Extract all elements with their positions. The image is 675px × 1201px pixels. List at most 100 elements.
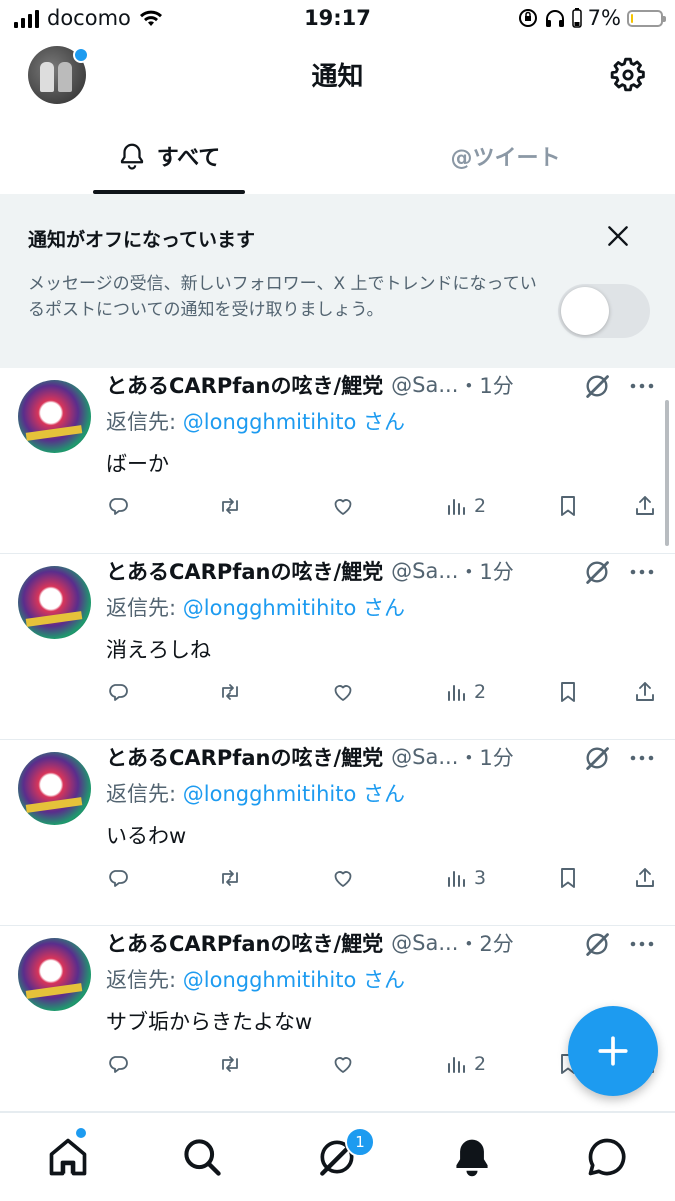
reply-button[interactable] — [106, 492, 130, 520]
views-button[interactable]: 2 — [444, 1050, 486, 1078]
battery-level — [631, 13, 634, 23]
heart-icon — [334, 1057, 352, 1073]
post-time: ・2分 — [458, 932, 514, 956]
reply-button[interactable] — [106, 1050, 130, 1078]
compose-button[interactable] — [568, 1006, 658, 1096]
close-icon[interactable] — [605, 223, 631, 249]
notifications-off-banner: 通知がオフになっています メッセージの受信、新しいフォロワー、X 上でトレンドに… — [0, 195, 675, 368]
search-icon[interactable] — [180, 1135, 224, 1179]
notification-feed: とあるCARPfanの呟き/鯉党 @Sa... ・1分 返信先: @longgh… — [0, 368, 675, 1112]
message-icon[interactable] — [585, 1135, 629, 1179]
reply-button[interactable] — [106, 864, 130, 892]
like-button[interactable] — [331, 1050, 355, 1078]
grok-badge: 1 — [345, 1127, 375, 1157]
notification-post[interactable]: とあるCARPfanの呟き/鯉党 @Sa... ・1分 返信先: @longgh… — [0, 368, 675, 554]
author-handle: @Sa... — [391, 745, 459, 769]
author-handle: @Sa... — [391, 931, 459, 955]
reply-prefix: 返信先: — [106, 410, 183, 434]
like-button[interactable] — [331, 678, 355, 706]
author-name[interactable]: とあるCARPfanの呟き/鯉党 — [106, 742, 383, 772]
post-actions: 3 — [106, 864, 661, 892]
bell-outline-icon — [120, 143, 143, 170]
device-battery-icon — [571, 8, 582, 28]
view-count: 3 — [474, 867, 487, 889]
notification-post[interactable]: とあるCARPfanの呟き/鯉党 @Sa... ・1分 返信先: @longgh… — [0, 554, 675, 740]
scrollbar[interactable] — [665, 400, 669, 546]
post-avatar[interactable] — [18, 566, 91, 639]
post-avatar[interactable] — [18, 938, 91, 1011]
reply-context: 返信先: @longghmitihito さん — [106, 778, 405, 808]
heart-icon — [334, 499, 352, 515]
share-button[interactable] — [633, 678, 657, 706]
repost-button[interactable] — [218, 864, 242, 892]
repost-button[interactable] — [218, 492, 242, 520]
notification-post[interactable]: とあるCARPfanの呟き/鯉党 @Sa... ・2分 返信先: @longgh… — [0, 926, 675, 1112]
grok-icon[interactable] — [583, 372, 611, 400]
gear-icon[interactable] — [609, 56, 647, 94]
views-button[interactable]: 3 — [444, 864, 486, 892]
repost-icon — [222, 498, 238, 514]
like-button[interactable] — [331, 492, 355, 520]
like-button[interactable] — [331, 864, 355, 892]
share-button[interactable] — [633, 492, 657, 520]
author-name[interactable]: とあるCARPfanの呟き/鯉党 — [106, 556, 383, 586]
analytics-icon — [448, 499, 465, 515]
views-button[interactable]: 2 — [444, 492, 486, 520]
post-text: 消えろしね — [106, 638, 211, 662]
notifications-toggle[interactable] — [558, 284, 650, 338]
bookmark-button[interactable] — [556, 492, 580, 520]
reply-icon — [109, 684, 128, 701]
share-icon — [636, 496, 654, 515]
author-name[interactable]: とあるCARPfanの呟き/鯉党 — [106, 928, 383, 958]
more-icon[interactable] — [627, 930, 657, 958]
grok-icon[interactable] — [583, 744, 611, 772]
repost-button[interactable] — [218, 678, 242, 706]
reply-to-link[interactable]: @longghmitihito さん — [183, 596, 405, 620]
bookmark-icon — [561, 682, 575, 702]
header: 通知 — [0, 38, 675, 118]
share-icon — [636, 868, 654, 887]
analytics-icon — [448, 1057, 465, 1073]
reply-to-link[interactable]: @longghmitihito さん — [183, 782, 405, 806]
post-actions: 2 — [106, 678, 661, 706]
bell-icon[interactable] — [450, 1135, 494, 1179]
tab-all-label: すべて — [156, 146, 221, 171]
analytics-icon — [448, 871, 465, 887]
bookmark-button[interactable] — [556, 678, 580, 706]
home-icon[interactable] — [46, 1135, 90, 1179]
toggle-knob — [561, 287, 609, 335]
grok-icon[interactable] — [583, 558, 611, 586]
more-icon[interactable] — [627, 372, 657, 400]
grok-icon[interactable] — [583, 930, 611, 958]
more-icon[interactable] — [627, 744, 657, 772]
heart-icon — [334, 685, 352, 701]
reply-prefix: 返信先: — [106, 782, 183, 806]
reply-to-link[interactable]: @longghmitihito さん — [183, 410, 405, 434]
repost-icon — [222, 1056, 238, 1072]
view-count: 2 — [474, 681, 487, 703]
repost-button[interactable] — [218, 1050, 242, 1078]
share-button[interactable] — [633, 864, 657, 892]
views-button[interactable]: 2 — [444, 678, 486, 706]
reply-context: 返信先: @longghmitihito さん — [106, 592, 405, 622]
notification-tabs: すべて @ツイート — [0, 118, 675, 195]
reply-icon — [109, 1056, 128, 1073]
post-text: サブ垢からきたよなw — [106, 1010, 313, 1034]
notification-post[interactable]: とあるCARPfanの呟き/鯉党 @Sa... ・1分 返信先: @longgh… — [0, 740, 675, 926]
active-tab-indicator — [93, 190, 245, 194]
reply-button[interactable] — [106, 678, 130, 706]
post-avatar[interactable] — [18, 380, 91, 453]
heart-icon — [334, 871, 352, 887]
reply-to-link[interactable]: @longghmitihito さん — [183, 968, 405, 992]
tab-all[interactable]: すべて — [0, 118, 337, 194]
status-bar: docomo 19:17 7% — [0, 0, 675, 38]
reply-icon — [109, 870, 128, 887]
tab-mentions[interactable]: @ツイート — [337, 118, 674, 194]
banner-title: 通知がオフになっています — [28, 229, 256, 251]
post-avatar[interactable] — [18, 752, 91, 825]
more-icon[interactable] — [627, 558, 657, 586]
tab-mentions-label: @ツイート — [450, 146, 561, 171]
bookmark-button[interactable] — [556, 864, 580, 892]
post-text: ばーか — [106, 452, 169, 476]
author-name[interactable]: とあるCARPfanの呟き/鯉党 — [106, 370, 383, 400]
